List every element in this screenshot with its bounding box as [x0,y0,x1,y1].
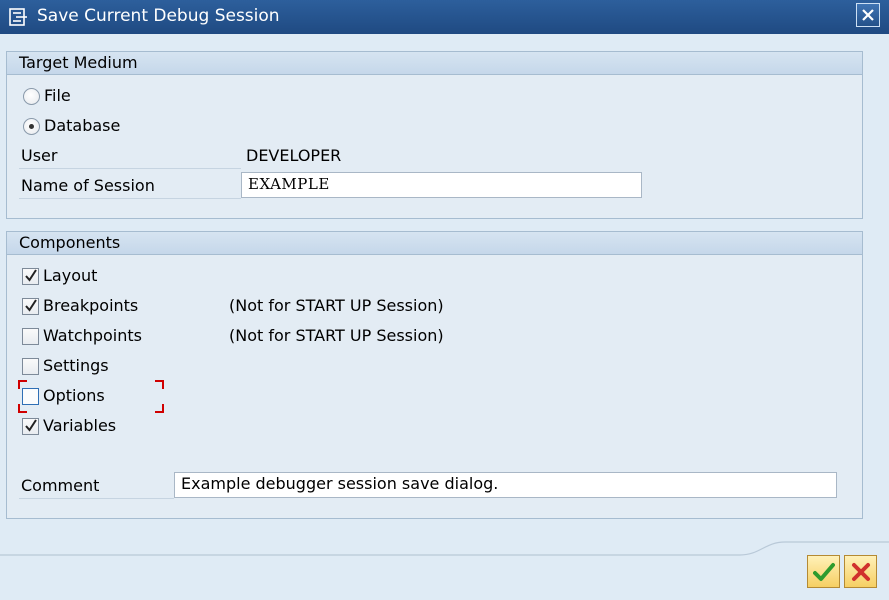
focus-marker-bottom-right [155,404,164,413]
watchpoints-note: (Not for START UP Session) [229,326,444,345]
session-name-label: Name of Session [21,176,155,195]
check-icon [813,563,835,581]
radio-database[interactable] [23,118,40,135]
window-title: Save Current Debug Session [37,6,280,26]
radio-database-label: Database [44,116,121,135]
user-value: DEVELOPER [246,146,342,165]
checkbox-watchpoints-label: Watchpoints [43,326,142,345]
checkmark-icon [25,299,37,312]
checkbox-settings-label: Settings [43,356,109,375]
cancel-button[interactable] [844,555,877,588]
checkbox-settings[interactable] [22,358,39,375]
focus-marker-top-right [155,380,164,389]
components-title: Components [19,233,121,252]
session-name-input[interactable]: EXAMPLE [241,172,642,198]
cancel-icon [852,563,870,581]
user-label: User [21,146,58,165]
dialog-icon [9,7,29,27]
target-medium-group: Target Medium File Database User DEVELOP… [6,51,863,219]
target-medium-title: Target Medium [19,53,138,72]
ok-button[interactable] [807,555,840,588]
radio-file[interactable] [23,88,40,105]
comment-input[interactable]: Example debugger session save dialog. [174,472,837,498]
checkbox-variables[interactable] [22,418,39,435]
checkbox-watchpoints[interactable] [22,328,39,345]
checkbox-variables-label: Variables [43,416,117,435]
components-group: Components Layout Breakpoints (Not for S… [6,231,863,519]
checkbox-options[interactable] [22,388,39,405]
target-medium-header: Target Medium [7,52,862,75]
title-bar: Save Current Debug Session [0,0,889,34]
close-icon [862,9,874,21]
checkbox-layout[interactable] [22,268,39,285]
radio-file-label: File [44,86,71,105]
checkbox-layout-label: Layout [43,266,98,285]
close-button[interactable] [856,3,880,27]
checkmark-icon [25,269,37,282]
comment-label: Comment [21,476,100,495]
checkbox-breakpoints-label: Breakpoints [43,296,139,315]
checkbox-breakpoints[interactable] [22,298,39,315]
breakpoints-note: (Not for START UP Session) [229,296,444,315]
components-header: Components [7,232,862,255]
checkmark-icon [25,419,37,432]
footer-divider [0,541,889,556]
checkbox-options-label: Options [43,386,105,405]
focus-marker-bottom-left [18,404,27,413]
